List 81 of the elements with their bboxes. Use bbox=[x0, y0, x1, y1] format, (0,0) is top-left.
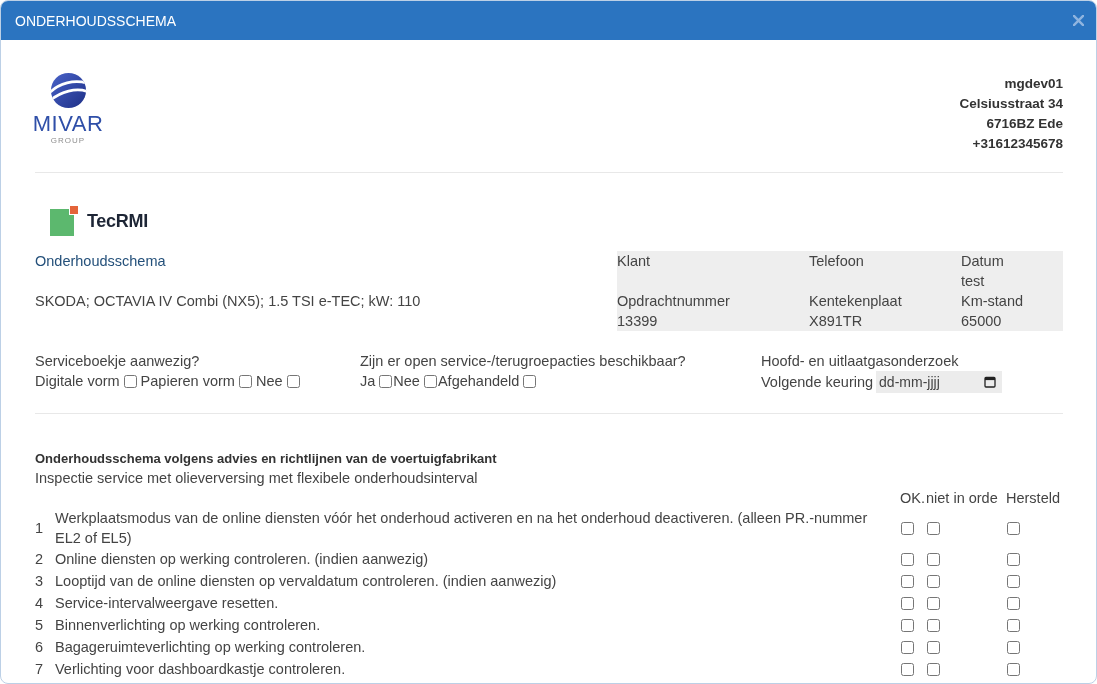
column-header: OK. bbox=[900, 489, 926, 508]
checkbox[interactable] bbox=[286, 374, 300, 388]
address-line: mgdev01 bbox=[1004, 75, 1063, 93]
checkbox[interactable] bbox=[1007, 552, 1020, 566]
checkbox[interactable] bbox=[927, 574, 940, 588]
option-label: Nee bbox=[393, 372, 420, 391]
checkbox[interactable] bbox=[1007, 662, 1020, 676]
field-value: test bbox=[961, 272, 985, 291]
item-number: 2 bbox=[35, 550, 45, 569]
field-label: Telefoon bbox=[809, 252, 864, 271]
item-text: Looptijd van de online diensten op vervaldatum controleren. (indien aanwezig) bbox=[55, 572, 558, 591]
checkbox[interactable] bbox=[423, 374, 437, 388]
vehicle-description: SKODA; OCTAVIA IV Combi (NX5); 1.5 TSI e-TEC; kW: 110 bbox=[35, 292, 421, 311]
field-label: Datum bbox=[961, 252, 1004, 271]
checkbox[interactable] bbox=[901, 618, 914, 632]
field-label: Kentekenplaat bbox=[809, 292, 902, 311]
field-value: 13399 bbox=[617, 312, 658, 331]
column-header: niet in orde bbox=[926, 489, 999, 508]
option-label: Nee bbox=[255, 372, 283, 391]
item-text: Werkplaatsmodus van de online diensten vóór het onderhoud activeren en na het onderhoud deactiveren. (alleen PR.-nummer EL2 of EL5) bbox=[55, 509, 869, 548]
column-header: Hersteld bbox=[1006, 489, 1061, 508]
checkbox[interactable] bbox=[927, 596, 940, 610]
option-label: Papieren vorm bbox=[140, 372, 235, 391]
checkbox[interactable] bbox=[379, 374, 393, 388]
window-title: ONDERHOUDSSCHEMA bbox=[15, 12, 176, 29]
item-number: 3 bbox=[35, 572, 45, 591]
item-text: Verlichting voor dashboardkastje controleren. bbox=[55, 660, 347, 679]
sphere-logo-icon bbox=[49, 72, 87, 109]
checklist-subtitle: Inspectie service met olieverversing met flexibele onderhoudsinterval bbox=[35, 469, 479, 488]
checkbox[interactable] bbox=[901, 521, 914, 535]
item-text: Online diensten op werking controleren. (indien aanwezig) bbox=[55, 550, 430, 569]
checkbox[interactable] bbox=[901, 640, 914, 654]
date-field[interactable]: dd-mm-jjjj bbox=[876, 371, 1003, 393]
field-label: Km-stand bbox=[961, 292, 1024, 311]
checkbox[interactable] bbox=[1007, 640, 1020, 654]
field-value: 65000 bbox=[961, 312, 1002, 331]
item-text: Service-intervalweergave resetten. bbox=[55, 594, 280, 613]
logo-tagline: GROUP bbox=[50, 136, 86, 146]
field-label: Opdrachtnummer bbox=[617, 292, 730, 311]
checkbox[interactable] bbox=[927, 640, 940, 654]
checkbox[interactable] bbox=[523, 374, 537, 388]
item-number: 6 bbox=[35, 638, 45, 657]
logo-text: TecRMI bbox=[87, 210, 148, 232]
checkbox[interactable] bbox=[1007, 574, 1020, 588]
field-label: Volgende keuring bbox=[761, 373, 874, 392]
checkbox[interactable] bbox=[901, 596, 914, 610]
item-number: 4 bbox=[35, 594, 45, 613]
checkbox[interactable] bbox=[1007, 521, 1020, 535]
question-label: Zijn er open service-/terugroepacties beschikbaar? bbox=[360, 352, 686, 371]
option-label: Afgehandeld bbox=[437, 372, 520, 391]
address-line: 6716BZ Ede bbox=[986, 115, 1063, 133]
checkbox[interactable] bbox=[1007, 596, 1020, 610]
checkbox[interactable] bbox=[927, 618, 940, 632]
question-label: Serviceboekje aanwezig? bbox=[35, 352, 200, 371]
option-label: Digitale vorm bbox=[35, 372, 120, 391]
checklist-title: Onderhoudsschema volgens advies en richtlijnen van de voertuigfabrikant bbox=[35, 450, 498, 468]
field-label: Klant bbox=[617, 252, 651, 271]
close-icon[interactable] bbox=[1073, 15, 1084, 26]
calendar-icon[interactable] bbox=[984, 376, 997, 388]
square-logo-icon bbox=[50, 206, 78, 236]
question-label: Hoofd- en uitlaatgasonderzoek bbox=[761, 352, 959, 371]
field-value: X891TR bbox=[809, 312, 863, 331]
logo-text: MIVAR bbox=[32, 112, 104, 136]
address-line: Celsiusstraat 34 bbox=[959, 95, 1063, 113]
checkbox[interactable] bbox=[901, 552, 914, 566]
item-number: 7 bbox=[35, 660, 45, 679]
address-line: +31612345678 bbox=[972, 135, 1063, 153]
checkbox[interactable] bbox=[1007, 618, 1020, 632]
item-number: 1 bbox=[35, 519, 45, 538]
item-text: Bagageruimteverlichting op werking controleren. bbox=[55, 638, 367, 657]
checkbox[interactable] bbox=[901, 574, 914, 588]
section-title: Onderhoudsschema bbox=[35, 252, 166, 271]
checkbox[interactable] bbox=[238, 374, 252, 388]
checkbox[interactable] bbox=[901, 662, 914, 676]
checkbox[interactable] bbox=[927, 521, 940, 535]
item-text: Binnenverlichting op werking controleren. bbox=[55, 616, 322, 635]
checkbox[interactable] bbox=[123, 374, 137, 388]
item-number: 5 bbox=[35, 616, 45, 635]
checkbox[interactable] bbox=[927, 552, 940, 566]
checkbox[interactable] bbox=[927, 662, 940, 676]
option-label: Ja bbox=[360, 372, 376, 391]
